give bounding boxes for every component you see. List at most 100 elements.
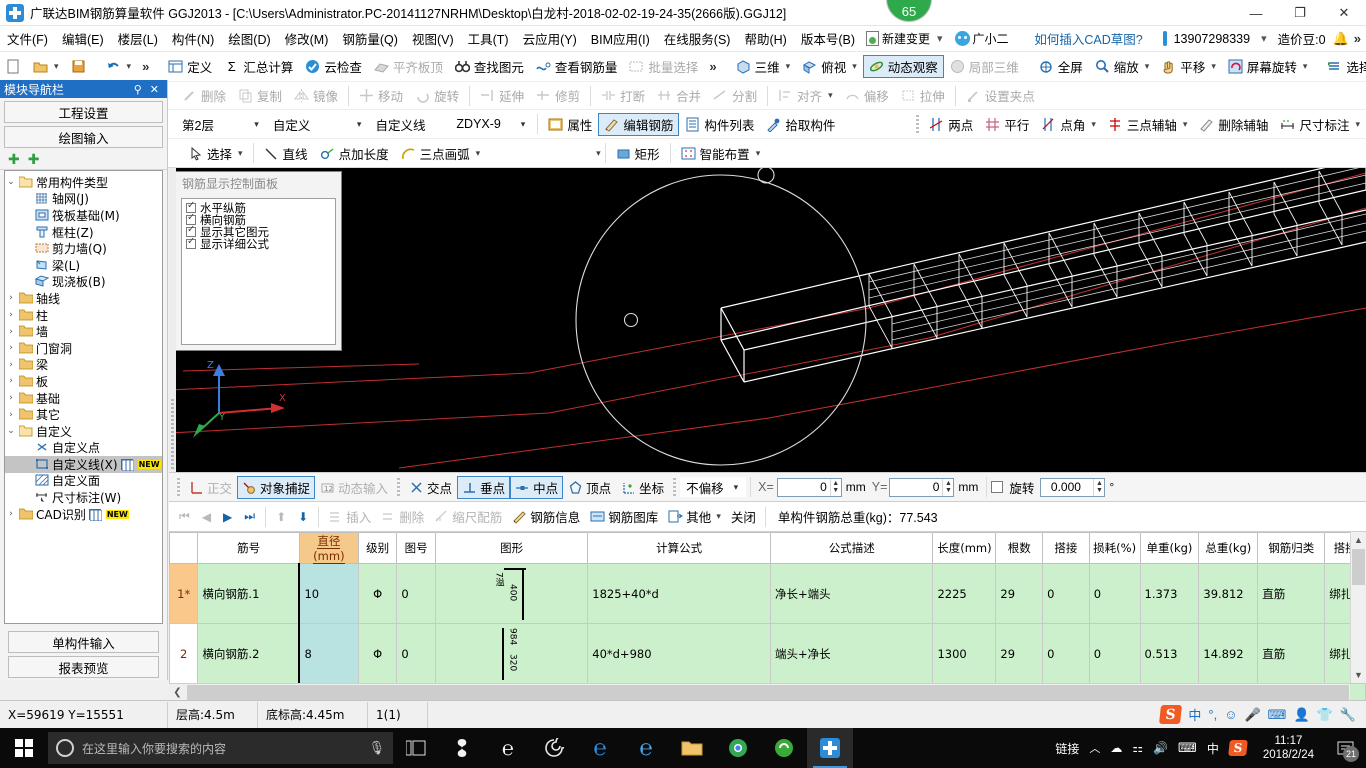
local-3d-button[interactable]: 局部三维 (944, 55, 1025, 78)
rotate-input[interactable] (1041, 478, 1094, 496)
ime-tools-icon[interactable]: 🔧 (1340, 707, 1356, 723)
cell-count[interactable]: 29 (995, 563, 1044, 624)
other-chevron-down-icon[interactable]: ▾ (714, 511, 721, 522)
floor-chevron-down-icon[interactable]: ▾ (244, 119, 264, 130)
trim-button[interactable]: 修剪 (530, 84, 586, 107)
start-button[interactable] (0, 728, 48, 768)
menu-item-tools[interactable]: 工具(T) (461, 26, 516, 51)
tree-item[interactable]: › 基础 (5, 390, 162, 407)
toolbar-mid-overflow[interactable]: » (704, 59, 721, 74)
align-chevron-down-icon[interactable]: ▾ (826, 90, 833, 101)
tree-item[interactable]: › 梁 (5, 357, 162, 374)
menu-item-file[interactable]: 文件(F) (0, 26, 55, 51)
table-column-header[interactable]: 搭接 (1042, 532, 1090, 564)
break-button[interactable]: 打断 (595, 84, 651, 107)
tray-chevron-up-icon[interactable]: ︿ (1089, 740, 1100, 756)
chevron-right-icon[interactable]: › (5, 293, 17, 303)
task-view-button[interactable] (393, 728, 439, 768)
open-file-button[interactable]: ▾ (27, 57, 65, 76)
table-column-header[interactable]: 公式描述 (769, 532, 934, 564)
x-spinner-buttons[interactable]: ▲ ▼ (829, 478, 841, 496)
top-view-button[interactable]: 俯视 ▾ (796, 55, 863, 78)
cell-shape[interactable]: 7溢 400 (434, 563, 589, 624)
cell-rebar-name[interactable]: 横向钢筋.2 (197, 623, 300, 684)
copy-button[interactable]: 复制 (232, 84, 288, 107)
object-snap-toggle[interactable]: 对象捕捉 (237, 475, 316, 499)
cell-shape[interactable]: 984 320 (434, 623, 589, 684)
taskbar-app-spiral-icon[interactable] (531, 728, 577, 768)
tray-onedrive-icon[interactable]: ☁ (1110, 741, 1122, 755)
chevron-down-icon[interactable]: ⌄ (5, 177, 17, 187)
prev-record-button[interactable]: ◀ (196, 508, 217, 526)
chevron-down-icon[interactable]: ⌄ (5, 426, 17, 436)
view-3d-chevron-down-icon[interactable]: ▾ (784, 61, 791, 72)
chevron-right-icon[interactable]: › (5, 410, 17, 420)
pin-icon[interactable]: ⚲ (130, 83, 146, 96)
account-phone[interactable]: 13907298339 (1167, 29, 1257, 49)
tree-item[interactable]: › 板 (5, 373, 162, 390)
dynamic-input-toggle[interactable]: 12 动态输入 (315, 476, 393, 499)
tree-item[interactable]: 轴网(J) (5, 191, 162, 208)
table-column-header[interactable]: 根数 (995, 532, 1044, 564)
taskbar-search[interactable]: 在这里输入你要搜索的内容 🎙 (48, 732, 393, 764)
rebar-option-row[interactable]: 显示详细公式 (186, 236, 331, 251)
save-button[interactable] (65, 57, 92, 76)
screen-rotate-chevron-down-icon[interactable]: ▾ (1301, 61, 1308, 72)
tree-item[interactable]: 尺寸标注(W) (5, 489, 162, 506)
chevron-right-icon[interactable]: › (5, 376, 17, 386)
taskbar-app-ie-icon[interactable]: ℮ (623, 728, 669, 768)
cell-loss[interactable]: 0 (1088, 563, 1141, 624)
ime-punctuation-icon[interactable]: °, (1208, 707, 1217, 722)
component-list-button[interactable]: 构件列表 (679, 113, 760, 136)
snap-intersection-toggle[interactable]: 交点 (404, 476, 457, 499)
drawing-input-button[interactable]: 绘图输入 (4, 126, 163, 148)
dimension-chevron-down-icon[interactable]: ▾ (1353, 119, 1360, 130)
table-horizontal-scrollbar[interactable]: ❮ (169, 683, 1350, 700)
ortho-toggle[interactable]: 正交 (184, 476, 237, 499)
rebar-table-scroll[interactable]: 筋号 直径(mm) 级别 图号 图形 计算公式 公式描述 长度(mm) 根数 搭接 损耗(%) 单重(… (169, 532, 1366, 700)
top-view-chevron-down-icon[interactable]: ▾ (850, 61, 857, 72)
chevron-right-icon[interactable]: › (5, 327, 17, 337)
table-column-header[interactable]: 单重(kg) (1139, 532, 1200, 564)
table-vertical-scrollbar[interactable]: ▲ ▼ (1350, 532, 1366, 683)
delete-button[interactable]: 删除 (176, 84, 232, 107)
component-name-selector[interactable]: ZDYX-9 ▾ (450, 114, 534, 134)
cell-formula[interactable]: 40*d+980 (587, 623, 771, 684)
zoom-chevron-down-icon[interactable]: ▾ (1143, 61, 1150, 72)
chevron-right-icon[interactable]: › (5, 310, 17, 320)
line-tool-button[interactable]: 直线 (258, 142, 314, 165)
menu-item-version[interactable]: 版本号(B) (794, 26, 862, 51)
select-chevron-down-icon[interactable]: ▾ (236, 148, 243, 159)
menu-item-cloud-app[interactable]: 云应用(Y) (516, 26, 584, 51)
y-offset-input[interactable] (890, 478, 943, 496)
insert-row-button[interactable]: 插入 (323, 505, 376, 528)
ime-user-icon[interactable]: 👤 (1293, 707, 1309, 723)
cell-total-weight[interactable]: 39.812 (1198, 563, 1259, 624)
category-chevron-down-icon[interactable]: ▾ (347, 119, 367, 130)
menu-item-draw[interactable]: 绘图(D) (221, 26, 277, 51)
ime-skin-icon[interactable]: 👕 (1317, 707, 1333, 723)
taskbar-clock[interactable]: 11:17 2018/2/24 (1257, 734, 1320, 762)
axis-three-point-button[interactable]: 三点辅轴 ▾ (1102, 113, 1194, 136)
cell-unit-weight[interactable]: 1.373 (1139, 563, 1200, 624)
scroll-up-arrow-icon[interactable]: ▲ (1351, 532, 1366, 548)
arc-chevron-down-icon[interactable]: ▾ (474, 148, 481, 159)
snap-coordinate-toggle[interactable]: 坐标 (616, 476, 669, 499)
tree-item[interactable]: › 其它 (5, 406, 162, 423)
add-icon[interactable]: ✚ (8, 152, 20, 166)
menu-item-component[interactable]: 构件(N) (165, 26, 221, 51)
user-nick-button[interactable]: 广小二 (951, 28, 1013, 49)
table-column-header[interactable]: 图号 (396, 532, 436, 564)
rotate-stepper[interactable]: ▲▼ (1040, 477, 1106, 497)
dynamic-observe-button[interactable]: 动态观察 (862, 55, 944, 78)
extend-button[interactable]: 延伸 (474, 84, 530, 107)
last-record-button[interactable]: ⏭ (238, 507, 261, 526)
snap-midpoint-toggle[interactable]: 中点 (510, 475, 564, 499)
view-3d-button[interactable]: 三维 ▾ (730, 55, 797, 78)
cell-length[interactable]: 1300 (932, 623, 997, 684)
set-grip-button[interactable]: 设置夹点 (960, 84, 1041, 107)
offset-button[interactable]: 偏移 (839, 84, 895, 107)
table-row[interactable]: 2 横向钢筋.2 8 Φ 0 984 320 40*d+980 端头+净长 1300 29 0 0 0.5… (169, 623, 1366, 684)
snap-vertex-toggle[interactable]: 顶点 (563, 476, 616, 499)
merge-button[interactable]: 合并 (651, 84, 707, 107)
